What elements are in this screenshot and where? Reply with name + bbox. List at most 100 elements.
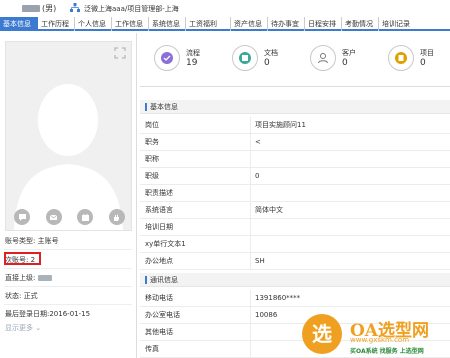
row-key: 传真 xyxy=(145,345,159,353)
info-row: 职级 0 xyxy=(140,168,450,185)
tab-work-info[interactable]: 工作信息 xyxy=(112,17,149,31)
document-icon xyxy=(232,45,258,71)
watermark-circle: 选 xyxy=(302,314,342,354)
info-row: 职务 < xyxy=(140,134,450,151)
row-value: 简体中文 xyxy=(250,202,450,219)
info-row: xy单行文本1 xyxy=(140,236,450,253)
row-key: 职级 xyxy=(145,172,159,180)
row-value xyxy=(250,219,450,236)
employee-status: 状态: 正式 xyxy=(5,292,38,300)
row-value xyxy=(250,185,450,202)
tab-bar: 基本信息 工作历程 个人信息 工作信息 系统信息 工资福利 资产信息 待办事宜 … xyxy=(0,17,450,31)
row-key: 岗位 xyxy=(145,121,159,129)
row-value: < xyxy=(250,134,450,151)
tab-system-info[interactable]: 系统信息 xyxy=(149,17,186,31)
section-title: 基本信息 xyxy=(150,103,178,111)
tab-personal-info[interactable]: 个人信息 xyxy=(75,17,112,31)
user-gender: (男) xyxy=(42,4,57,13)
stat-label: 文档 xyxy=(264,49,278,57)
stat-label: 项目 xyxy=(420,49,434,57)
row-key: 办公室电话 xyxy=(145,311,180,319)
expand-icon[interactable] xyxy=(114,47,126,59)
watermark-slogan: 买OA系统 找服务 上选型网 xyxy=(350,348,424,355)
hand-icon[interactable] xyxy=(108,209,125,225)
row-value xyxy=(250,236,450,253)
tab-basic-info[interactable]: 基本信息 xyxy=(0,17,38,31)
tab-schedule[interactable]: 日程安排 xyxy=(305,17,342,31)
user-name: (男) xyxy=(22,3,56,14)
row-key: 职称 xyxy=(145,155,159,163)
divider xyxy=(4,268,132,269)
row-value: 0 xyxy=(250,168,450,185)
stats-bar: 流程 19 文档 0 客户 0 项目 0 xyxy=(140,33,450,87)
row-key: 系统语言 xyxy=(145,206,173,214)
chat-icon[interactable] xyxy=(14,209,30,225)
account-type: 账号类型: 主账号 xyxy=(5,237,59,245)
redacted-supervisor[interactable] xyxy=(37,275,52,281)
row-key: xy单行文本1 xyxy=(145,240,186,248)
tab-attendance[interactable]: 考勤情况 xyxy=(342,17,379,31)
show-more-link[interactable]: 显示更多 ⌄ xyxy=(5,323,41,333)
redacted-name xyxy=(22,5,40,12)
avatar xyxy=(5,41,132,231)
info-row: 职责描述 xyxy=(140,185,450,202)
divider xyxy=(4,249,132,250)
calendar-icon[interactable] xyxy=(77,209,94,225)
tab-todo[interactable]: 待办事宜 xyxy=(268,17,305,31)
section-title: 通讯信息 xyxy=(150,276,178,284)
row-key: 其他电话 xyxy=(145,328,173,336)
info-row: 培训日期 xyxy=(140,219,450,236)
stat-value: 0 xyxy=(420,58,426,68)
info-row: 系统语言 简体中文 xyxy=(140,202,450,219)
tab-work-history[interactable]: 工作历程 xyxy=(38,17,75,31)
divider xyxy=(4,304,132,305)
supervisor: 直接上级: xyxy=(5,273,52,283)
section-basic-info: 基本信息 xyxy=(140,100,450,114)
stat-value: 19 xyxy=(186,58,198,68)
customer-icon xyxy=(310,45,336,71)
stat-project[interactable]: 项目 0 xyxy=(388,45,450,75)
tab-salary-benefits[interactable]: 工资福利 xyxy=(186,17,231,31)
profile-sidebar: 账号类型: 主账号 次账号: 2 直接上级: 状态: 正式 最后登录日期:201… xyxy=(0,33,137,358)
stat-value: 0 xyxy=(342,58,348,68)
watermark-logo: 选 OA选型网 www.gxskm.com 买OA系统 找服务 上选型网 xyxy=(302,312,450,358)
info-row: 移动电话 1391860**** xyxy=(140,290,450,307)
project-icon xyxy=(388,45,414,71)
profile-main: 流程 19 文档 0 客户 0 项目 0 基本信息 岗位 项目实施顾问11 职务… xyxy=(140,33,450,358)
mail-icon[interactable] xyxy=(45,209,62,225)
supervisor-label: 直接上级: xyxy=(5,274,36,282)
last-login-date: 最后登录日期:2016-01-15 xyxy=(5,310,91,318)
info-row: 岗位 项目实施顾问11 xyxy=(140,117,450,134)
row-value: 1391860**** xyxy=(250,290,450,307)
stat-document[interactable]: 文档 0 xyxy=(232,45,302,75)
highlight-box xyxy=(4,252,41,265)
row-key: 办公地点 xyxy=(145,257,173,265)
watermark-url: www.gxskm.com xyxy=(350,336,410,344)
tab-asset-info[interactable]: 资产信息 xyxy=(231,17,268,31)
stat-workflow[interactable]: 流程 19 xyxy=(154,45,224,75)
row-value xyxy=(250,151,450,168)
info-row: 职称 xyxy=(140,151,450,168)
info-row: 办公地点 SH xyxy=(140,253,450,270)
tab-training[interactable]: 培训记录 xyxy=(379,17,416,31)
row-key: 移动电话 xyxy=(145,294,173,302)
row-key: 职责描述 xyxy=(145,189,173,197)
org-tree-icon xyxy=(70,3,80,12)
row-value: 项目实施顾问11 xyxy=(250,117,450,134)
section-contact-info: 通讯信息 xyxy=(140,273,450,287)
workflow-icon xyxy=(154,45,180,71)
default-avatar-silhouette xyxy=(14,84,123,230)
section-marker xyxy=(145,276,147,284)
section-marker xyxy=(145,103,147,111)
divider xyxy=(4,286,132,287)
row-key: 培训日期 xyxy=(145,223,173,231)
profile-header: (男) 泛微上海aaa/项目管理部-上海 xyxy=(0,0,450,17)
stat-label: 流程 xyxy=(186,49,200,57)
action-icons xyxy=(14,209,125,225)
stat-label: 客户 xyxy=(342,49,356,57)
stat-customer[interactable]: 客户 0 xyxy=(310,45,380,75)
row-value: SH xyxy=(250,253,450,270)
row-key: 职务 xyxy=(145,138,159,146)
org-path[interactable]: 泛微上海aaa/项目管理部-上海 xyxy=(84,4,179,14)
stat-value: 0 xyxy=(264,58,270,68)
